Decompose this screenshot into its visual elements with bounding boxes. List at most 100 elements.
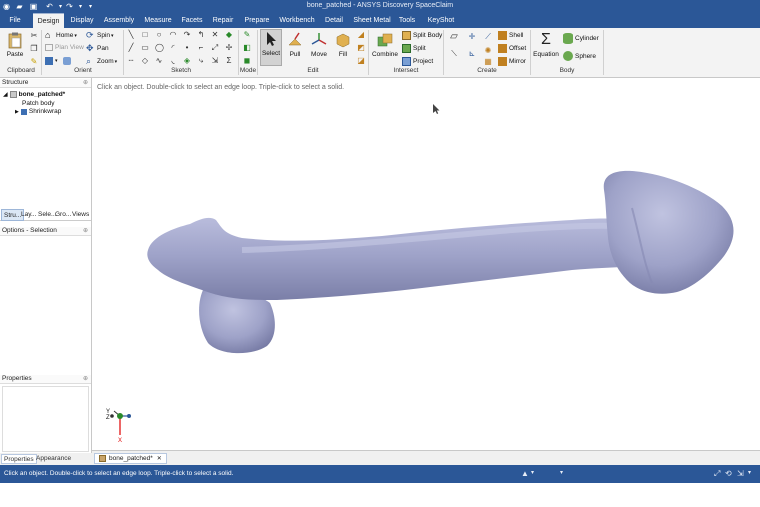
tangent-arc-icon[interactable]: ↷ xyxy=(183,31,191,39)
view-cube-button[interactable]: ▾ xyxy=(45,57,73,65)
sketch-plane-icon[interactable]: ◆ xyxy=(225,31,233,39)
construction-line-icon[interactable]: ┄ xyxy=(127,57,135,65)
close-icon[interactable]: ✕ xyxy=(157,454,162,464)
combine-button[interactable]: Combine xyxy=(371,31,399,58)
copy-icon[interactable]: ❐ xyxy=(30,45,38,53)
tab-detail[interactable]: Detail xyxy=(322,13,346,28)
zoom-extents-icon[interactable]: ⇲ xyxy=(737,469,744,478)
tab-file[interactable]: File xyxy=(4,13,26,28)
shell-button[interactable]: Shell xyxy=(498,31,523,40)
pan-button[interactable]: ✥ Pan xyxy=(86,44,109,53)
zoom-button[interactable]: ⌕ Zoom ▾ xyxy=(86,57,117,66)
format-painter-icon[interactable]: ✎ xyxy=(30,58,38,66)
3d-viewport[interactable]: Click an object. Double-click to select … xyxy=(92,78,760,450)
split-body-button[interactable]: Split Body xyxy=(402,31,442,40)
corner-icon[interactable]: ⌐ xyxy=(197,44,205,52)
paste-button[interactable]: Paste xyxy=(4,31,26,58)
bone-head[interactable] xyxy=(603,170,734,294)
sketch-mode-icon[interactable]: ✎ xyxy=(243,31,251,39)
chevron-down-icon[interactable]: ▾ xyxy=(531,469,534,476)
coordinate-triad[interactable]: Y Z X xyxy=(106,409,131,444)
tab-repair[interactable]: Repair xyxy=(210,13,236,28)
circle-icon[interactable]: ○ xyxy=(155,31,163,39)
properties-grid[interactable] xyxy=(2,386,89,452)
trim-icon[interactable]: ✕ xyxy=(211,31,219,39)
bone-shaft[interactable] xyxy=(147,217,632,300)
plan-view-button[interactable]: Plan View xyxy=(45,44,84,51)
collapse-icon[interactable]: ◢ xyxy=(3,91,8,98)
circular-pattern-icon[interactable]: ✺ xyxy=(484,47,492,55)
spin-button[interactable]: ⟳ Spin ▾ xyxy=(86,31,114,40)
tab-views[interactable]: Views xyxy=(70,209,91,221)
blend-icon[interactable]: ◢ xyxy=(357,31,365,39)
fill-button[interactable]: Fill xyxy=(333,31,353,58)
chevron-down-icon[interactable]: ▾ xyxy=(560,469,563,476)
axis-icon[interactable]: ✛ xyxy=(468,33,476,41)
polygon-icon[interactable]: ▭ xyxy=(141,44,149,52)
tangent-line-icon[interactable]: ╱ xyxy=(127,44,135,52)
tab-facets[interactable]: Facets xyxy=(180,13,204,28)
tab-appearance[interactable]: Appearance xyxy=(34,454,73,464)
arc-icon[interactable]: ◠ xyxy=(169,31,177,39)
expand-icon[interactable]: ▶ xyxy=(15,109,19,115)
move-grid-icon[interactable]: ✢ xyxy=(225,44,233,52)
fillet-icon[interactable]: ◟ xyxy=(169,57,177,65)
tab-prepare[interactable]: Prepare xyxy=(242,13,272,28)
tab-display[interactable]: Display xyxy=(68,13,96,28)
project-button[interactable]: Project xyxy=(402,57,433,66)
chevron-down-icon[interactable]: ▾ xyxy=(748,469,751,476)
three-point-rect-icon[interactable]: ◇ xyxy=(141,57,149,65)
tweak-face-icon[interactable]: ◪ xyxy=(357,57,365,65)
selection-filter-icon[interactable]: ▲ xyxy=(521,469,529,478)
tab-tools[interactable]: Tools xyxy=(396,13,418,28)
sphere-button[interactable]: Sphere xyxy=(563,51,596,61)
pin-icon[interactable]: ⊕ xyxy=(83,227,88,234)
line-icon[interactable]: ╲ xyxy=(127,31,135,39)
tab-keyshot[interactable]: KeyShot xyxy=(424,13,458,28)
plane-icon[interactable]: ▱ xyxy=(450,32,458,42)
point-icon[interactable]: • xyxy=(183,44,191,52)
select-button[interactable]: Select xyxy=(260,29,282,66)
split-button[interactable]: Split xyxy=(402,44,426,53)
equation-button[interactable]: Σ Equation xyxy=(533,31,559,58)
tab-properties[interactable]: Properties xyxy=(1,454,37,464)
pull-button[interactable]: Pull xyxy=(285,31,305,58)
cylinder-button[interactable]: Cylinder xyxy=(563,33,599,44)
spline-icon[interactable]: ∿ xyxy=(155,57,163,65)
home-button[interactable]: ⌂ Home ▾ xyxy=(45,31,77,40)
expand-view-icon[interactable]: ⤢ xyxy=(714,469,720,479)
tab-sheet-metal[interactable]: Sheet Metal xyxy=(352,13,392,28)
fill-pattern-icon[interactable]: ▦ xyxy=(484,58,492,66)
tab-design[interactable]: Design xyxy=(33,13,64,28)
three-point-arc-icon[interactable]: ◜ xyxy=(169,44,177,52)
bend-icon[interactable]: ⤷ xyxy=(197,57,205,65)
tab-workbench[interactable]: Workbench xyxy=(278,13,316,28)
bone-model[interactable]: Y Z X xyxy=(92,78,760,450)
rectangle-icon[interactable]: □ xyxy=(141,31,149,39)
linear-pattern-icon[interactable]: ⟍ xyxy=(450,50,458,58)
tree-item-patch-body[interactable]: Patch body xyxy=(22,100,55,107)
equation-curve-icon[interactable]: Σ xyxy=(225,57,233,65)
tree-item-shrinkwrap[interactable]: ▶ Shrinkwrap xyxy=(15,108,61,115)
view-mode-icon[interactable]: ⟲ xyxy=(725,469,732,478)
pin-icon[interactable]: ⊕ xyxy=(83,79,88,86)
document-tab[interactable]: bone_patched* ✕ xyxy=(94,453,167,464)
move-button[interactable]: Move xyxy=(309,31,329,58)
mirror-button[interactable]: Mirror xyxy=(498,57,526,66)
replace-icon[interactable]: ◩ xyxy=(357,44,365,52)
point-create-icon[interactable]: ⟋ xyxy=(484,33,492,41)
tab-measure[interactable]: Measure xyxy=(142,13,174,28)
section-mode-icon[interactable]: ◧ xyxy=(243,44,251,52)
scale-icon[interactable]: ⇲ xyxy=(211,57,219,65)
sweep-arc-icon[interactable]: ↰ xyxy=(197,31,205,39)
tab-assembly[interactable]: Assembly xyxy=(102,13,136,28)
cut-icon[interactable]: ✂ xyxy=(30,32,38,40)
ellipse-icon[interactable]: ◯ xyxy=(155,44,164,52)
origin-icon[interactable]: ⊾ xyxy=(468,50,476,58)
pin-icon[interactable]: ⊕ xyxy=(83,375,88,382)
offset-button[interactable]: Offset xyxy=(498,44,526,53)
3d-mode-icon[interactable]: ◼ xyxy=(243,57,251,65)
offset-curve-icon[interactable]: ⤢ xyxy=(211,44,219,52)
tree-root[interactable]: ◢ bone_patched* xyxy=(3,91,65,98)
project-curve-icon[interactable]: ◈ xyxy=(183,57,191,65)
